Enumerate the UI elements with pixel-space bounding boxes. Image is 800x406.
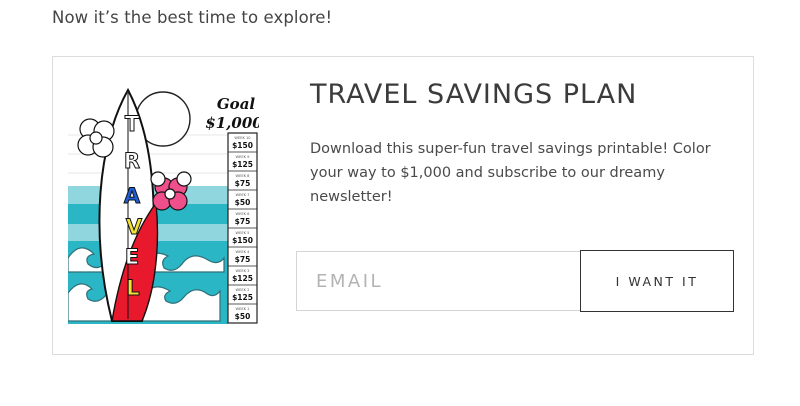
poster-week-amount: $150: [232, 141, 253, 150]
poster-week-amount: $50: [235, 312, 251, 321]
poster-week-amount: $75: [235, 217, 251, 226]
poster-goal-label: Goal: [217, 95, 256, 113]
poster-week-label: WEEK 4: [236, 250, 251, 254]
poster-week-amount: $75: [235, 179, 251, 188]
poster-week-label: WEEK 10: [234, 136, 251, 140]
travel-savings-poster: Goal $1,000 WEEK 10$150WEEK 9$125WEEK 8$…: [68, 83, 259, 324]
poster-week-amount: $125: [232, 274, 253, 283]
i-want-it-button[interactable]: I WANT IT: [580, 250, 734, 312]
poster-week-label: WEEK 1: [236, 307, 250, 311]
poster-week-label: WEEK 9: [236, 155, 251, 159]
signup-card: Goal $1,000 WEEK 10 $150 WEEK 9 $125 WEEK 8 $…: [52, 56, 754, 355]
poster-week-label: WEEK 7: [236, 193, 250, 197]
poster-week-amount: $150: [232, 236, 253, 245]
poster-letter: E: [125, 245, 139, 269]
poster-week-label: WEEK 2: [236, 288, 250, 292]
intro-text: Now it’s the best time to explore!: [52, 8, 333, 27]
poster-week-amount: $125: [232, 293, 253, 302]
poster-letter: T: [125, 112, 140, 136]
poster-week-label: WEEK 3: [236, 269, 250, 273]
poster-week-amount: $50: [235, 198, 251, 207]
card-title: TRAVEL SAVINGS PLAN: [310, 79, 638, 110]
poster-letter: A: [124, 184, 141, 208]
poster-letter: L: [126, 276, 139, 300]
poster-letter: R: [124, 149, 140, 173]
poster-week-label: WEEK 8: [236, 174, 251, 178]
poster-week-amount: $125: [232, 160, 253, 169]
poster-week-label: WEEK 5: [236, 231, 250, 235]
poster-week-label: WEEK 6: [236, 212, 251, 216]
card-description: Download this super-fun travel savings p…: [310, 141, 711, 205]
poster-goal-amount: $1,000: [205, 114, 259, 132]
poster-letter: V: [126, 215, 143, 239]
email-field[interactable]: [296, 251, 581, 311]
poster-week-amount: $75: [235, 255, 251, 264]
